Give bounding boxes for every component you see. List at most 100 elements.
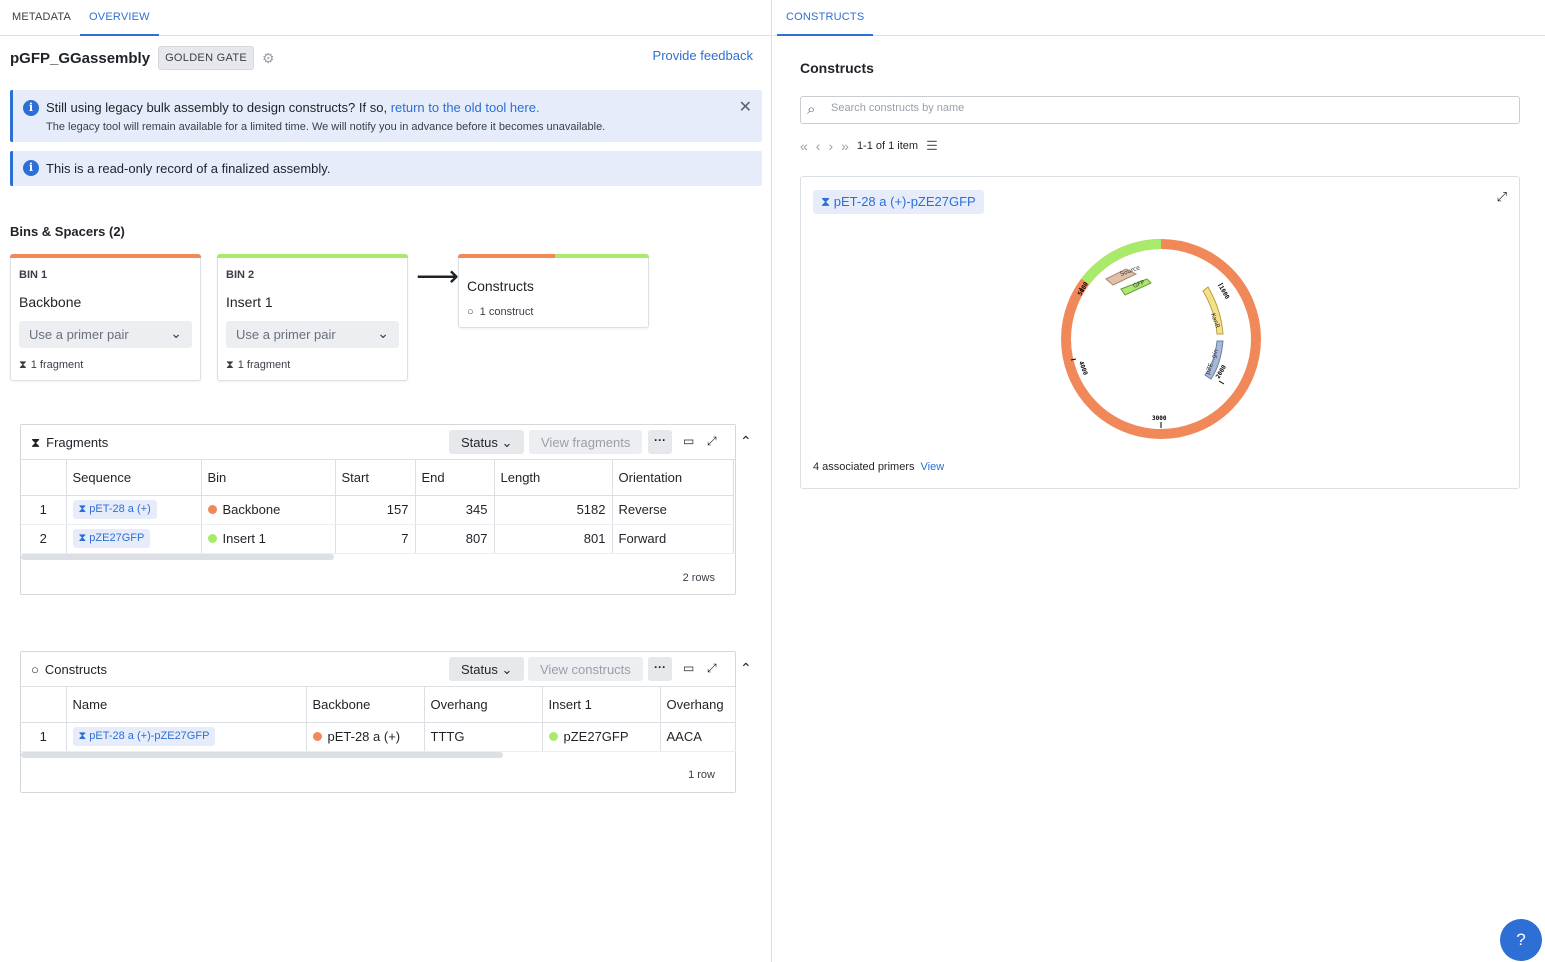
search-input[interactable] bbox=[831, 102, 1491, 114]
expand-icon[interactable]: ⤢ bbox=[707, 661, 717, 676]
tab-constructs[interactable]: CONSTRUCTS bbox=[777, 0, 874, 36]
sequence-name: pZE27GFP bbox=[89, 532, 145, 544]
table-row[interactable]: 1 ⧗ pET-28 a (+)-pZE27GFP pET-28 a (+) T… bbox=[21, 722, 736, 752]
primer-pair-select[interactable]: Use a primer pair ⌄ bbox=[226, 321, 399, 348]
prev-page-icon[interactable]: ‹ bbox=[816, 138, 821, 154]
status-label: Status bbox=[461, 435, 498, 450]
view-primers-link[interactable]: View bbox=[921, 461, 945, 473]
status-button[interactable]: Status ⌄ bbox=[449, 657, 525, 681]
construct-link[interactable]: ⧗ pET-28 a (+)-pZE27GFP bbox=[72, 727, 216, 746]
column-header-backbone[interactable]: Backbone bbox=[306, 687, 425, 723]
readonly-callout: i This is a read-only record of a finali… bbox=[10, 151, 762, 186]
hourglass-icon: ⧗ bbox=[31, 435, 41, 450]
construct-name: pET-28 a (+)-pZE27GFP bbox=[833, 194, 976, 209]
expand-icon[interactable]: ⤢ bbox=[707, 434, 717, 449]
start-cell: 157 bbox=[335, 495, 416, 525]
sequence-link[interactable]: ⧗ pZE27GFP bbox=[72, 529, 151, 548]
dock-icon[interactable]: ▭ bbox=[683, 661, 694, 675]
bin-cell: Backbone bbox=[201, 495, 336, 525]
insert-color-bar bbox=[555, 254, 649, 258]
plasmid-map[interactable]: Source GFP KanR pZE...gin 1000 2000 3000… bbox=[1051, 229, 1271, 449]
primer-pair-select[interactable]: Use a primer pair ⌄ bbox=[19, 321, 192, 348]
column-header-overhang[interactable]: Overhang bbox=[424, 687, 543, 723]
column-header-sequence[interactable]: Sequence bbox=[66, 460, 202, 496]
hourglass-icon: ⧗ bbox=[78, 503, 90, 515]
chevron-up-icon[interactable]: ⌃ bbox=[740, 433, 752, 450]
expand-icon[interactable]: ⤢ bbox=[1497, 189, 1507, 205]
overhang-cell-2: AACA bbox=[660, 722, 736, 752]
column-header-end[interactable]: End bbox=[415, 460, 495, 496]
fragment-count-text: 1 fragment bbox=[30, 359, 84, 371]
status-button[interactable]: Status ⌄ bbox=[449, 430, 525, 454]
more-options-button[interactable]: ··· bbox=[648, 657, 672, 681]
sequence-name: pET-28 a (+) bbox=[89, 503, 151, 515]
fragments-title-text: Fragments bbox=[46, 435, 109, 450]
construct-name-link[interactable]: ⧗ pET-28 a (+)-pZE27GFP bbox=[813, 190, 984, 214]
legacy-callout: i Still using legacy bulk assembly to de… bbox=[10, 90, 762, 142]
table-row[interactable]: 1 ⧗ pET-28 a (+) Backbone 157 345 5182 R… bbox=[21, 495, 734, 525]
constructs-panel-title: ○ Constructs bbox=[31, 662, 107, 677]
bins-section-title: Bins & Spacers (2) bbox=[10, 224, 125, 239]
associated-primers: 4 associated primers View bbox=[813, 461, 944, 473]
bin-name: Insert 1 bbox=[222, 531, 266, 546]
bin-cell: Insert 1 bbox=[201, 524, 336, 554]
tick-label-4000: 4000 bbox=[1077, 360, 1089, 376]
filter-settings-icon[interactable]: ☰ bbox=[926, 138, 938, 154]
column-header-insert[interactable]: Insert 1 bbox=[542, 687, 661, 723]
tab-metadata[interactable]: METADATA bbox=[3, 0, 80, 36]
insert-name: pZE27GFP bbox=[563, 729, 629, 744]
last-page-icon[interactable]: » bbox=[841, 138, 849, 154]
first-page-icon[interactable]: « bbox=[800, 138, 808, 154]
bin-label: BIN 2 bbox=[226, 269, 255, 281]
fragments-panel-header: ⧗ Fragments Status ⌄ View fragments ··· ▭… bbox=[21, 425, 752, 460]
column-header-orientation[interactable]: Orientation bbox=[612, 460, 734, 496]
close-icon[interactable]: ✕ bbox=[739, 97, 752, 117]
arrow-right-icon: ⟶ bbox=[416, 260, 460, 293]
column-header-length[interactable]: Length bbox=[494, 460, 613, 496]
page-title: pGFP_GGassembly bbox=[10, 49, 151, 67]
hourglass-icon: ⧗ bbox=[821, 194, 834, 209]
bin-color-bar bbox=[217, 254, 408, 258]
backbone-name: pET-28 a (+) bbox=[327, 729, 401, 744]
help-button[interactable]: ? bbox=[1500, 919, 1542, 961]
constructs-panel: ○ Constructs Status ⌄ View constructs ···… bbox=[20, 651, 752, 793]
next-page-icon[interactable]: › bbox=[828, 138, 833, 154]
chevron-down-icon: ⌄ bbox=[501, 662, 513, 677]
horizontal-scrollbar[interactable] bbox=[21, 554, 334, 560]
sequence-cell: ⧗ pET-28 a (+) bbox=[66, 495, 202, 525]
backbone-cell: pET-28 a (+) bbox=[306, 722, 425, 752]
more-options-button[interactable]: ··· bbox=[648, 430, 672, 454]
column-header-bin[interactable]: Bin bbox=[201, 460, 336, 496]
table-row[interactable]: 2 ⧗ pZE27GFP Insert 1 7 807 801 Forward bbox=[21, 524, 734, 554]
length-cell: 801 bbox=[494, 524, 613, 554]
constructs-table: Name Backbone Overhang Insert 1 Overhang… bbox=[21, 687, 736, 752]
left-tabbar: METADATA OVERVIEW bbox=[0, 0, 771, 36]
view-fragments-button[interactable]: View fragments bbox=[529, 430, 643, 454]
chevron-down-icon: ⌄ bbox=[501, 435, 513, 450]
constructs-card[interactable]: Constructs ○ 1 construct bbox=[458, 254, 649, 328]
circle-icon: ○ bbox=[31, 662, 39, 677]
length-cell: 5182 bbox=[494, 495, 613, 525]
fragments-panel: ⧗ Fragments Status ⌄ View fragments ··· ▭… bbox=[20, 424, 752, 595]
constructs-card-title: Constructs bbox=[467, 278, 534, 294]
left-pane: METADATA OVERVIEW pGFP_GGassembly GOLDEN… bbox=[0, 0, 772, 962]
provide-feedback-link[interactable]: Provide feedback bbox=[653, 48, 753, 63]
row-count: 1 row bbox=[688, 769, 715, 781]
constructs-panel-header: ○ Constructs Status ⌄ View constructs ···… bbox=[21, 652, 752, 687]
construct-name: pET-28 a (+)-pZE27GFP bbox=[89, 730, 210, 742]
chevron-up-icon[interactable]: ⌃ bbox=[740, 660, 752, 677]
horizontal-scrollbar[interactable] bbox=[21, 752, 503, 758]
assembly-type-badge: GOLDEN GATE bbox=[158, 46, 255, 70]
insert-color-dot bbox=[548, 732, 558, 741]
sequence-link[interactable]: ⧗ pET-28 a (+) bbox=[72, 500, 157, 519]
row-index: 1 bbox=[21, 495, 67, 525]
old-tool-link[interactable]: return to the old tool here. bbox=[391, 100, 540, 115]
start-cell: 7 bbox=[335, 524, 416, 554]
gear-icon[interactable]: ⚙ bbox=[262, 51, 276, 65]
view-constructs-button[interactable]: View constructs bbox=[528, 657, 643, 681]
column-header-overhang-2[interactable]: Overhang bbox=[660, 687, 736, 723]
tab-overview[interactable]: OVERVIEW bbox=[80, 0, 159, 36]
dock-icon[interactable]: ▭ bbox=[683, 434, 694, 448]
column-header-name[interactable]: Name bbox=[66, 687, 307, 723]
column-header-start[interactable]: Start bbox=[335, 460, 416, 496]
